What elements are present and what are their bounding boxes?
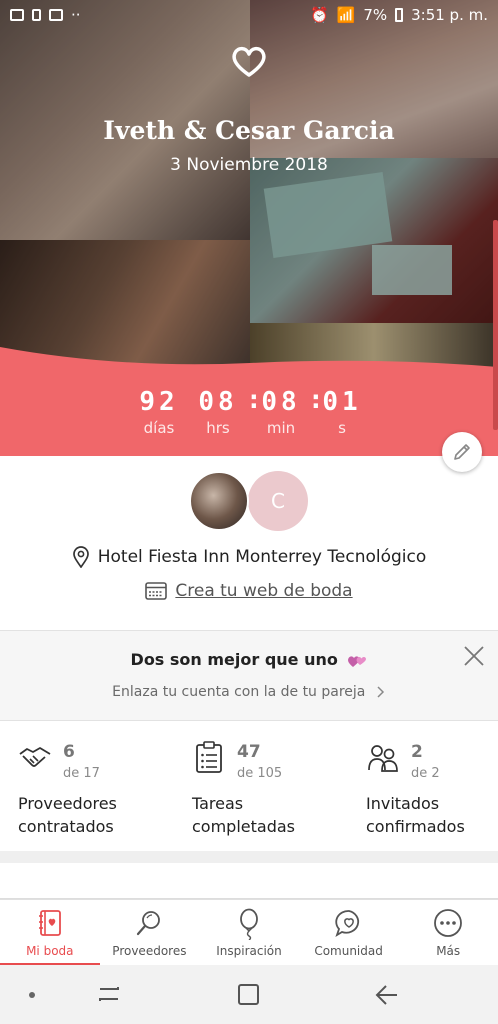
partner-avatar-initial: C [271, 489, 285, 513]
countdown-days-label: días [143, 419, 175, 437]
countdown-seconds-value: 01 [322, 387, 362, 417]
stat-vendors[interactable]: 6 de 17 Proveedores contratados [18, 722, 183, 850]
status-bar: ·· ⏰ 📶 7% 3:51 p. m. [0, 0, 498, 30]
recent-apps-icon[interactable] [99, 987, 119, 1001]
edit-button[interactable] [442, 432, 482, 472]
notebook-icon [38, 910, 61, 936]
sd-card-icon [32, 9, 41, 21]
venue-row[interactable]: Hotel Fiesta Inn Monterrey Tecnológico [0, 546, 498, 568]
nav-more[interactable]: Más [398, 900, 498, 966]
countdown-minutes: 08 min [255, 387, 307, 437]
countdown-seconds-label: s [338, 419, 346, 437]
countdown-hours-label: hrs [206, 419, 230, 437]
message-icon [49, 9, 63, 21]
clock: 3:51 p. m. [411, 6, 488, 24]
venue-name: Hotel Fiesta Inn Monterrey Tecnológico [97, 547, 427, 567]
stat-guests-count: 2 [411, 742, 423, 762]
bottom-nav: Mi boda Proveedores Inspiración Comunida… [0, 899, 498, 966]
browser-icon [145, 582, 168, 600]
home-icon[interactable] [238, 984, 259, 1005]
chat-heart-icon [334, 910, 359, 938]
partner-banner-title: Dos son mejor que uno [0, 650, 498, 669]
stat-vendors-count: 6 [63, 742, 75, 762]
guests-icon [368, 745, 398, 772]
countdown-hours: 08 hrs [192, 387, 244, 437]
heart-icon [232, 46, 266, 77]
search-icon [137, 911, 161, 936]
partner-banner-subtitle: Enlaza tu cuenta con la de tu pareja [0, 684, 498, 700]
nav-vendors[interactable]: Proveedores [100, 900, 200, 966]
stat-guests[interactable]: 2 de 2 Invitados confirmados [366, 722, 498, 850]
nav-inspiration-label: Inspiración [216, 944, 282, 958]
countdown-seconds: 01 s [317, 387, 367, 437]
chevron-right-icon [377, 686, 384, 698]
stat-tasks-count: 47 [237, 742, 261, 762]
battery-level: 7% [363, 6, 388, 24]
clipboard-icon [196, 741, 222, 773]
section-divider [0, 851, 498, 863]
alarm-icon: ⏰ [309, 6, 329, 24]
assistant-dot-icon[interactable] [29, 992, 35, 998]
stat-tasks-total: de 105 [237, 766, 283, 781]
stat-vendors-total: de 17 [63, 766, 100, 781]
countdown-banner: 92 días 08 hrs : 08 min : 01 s [0, 347, 498, 456]
nav-community[interactable]: Comunidad [299, 900, 399, 966]
more-icon [434, 909, 463, 937]
scroll-indicator[interactable] [493, 220, 498, 430]
gallery-icon [10, 9, 24, 21]
system-navigation-bar [0, 965, 498, 1024]
partner-avatar[interactable]: C [248, 471, 308, 531]
handshake-icon [19, 747, 51, 767]
countdown-minutes-label: min [266, 419, 296, 437]
nav-community-label: Comunidad [314, 944, 383, 958]
stat-vendors-label: Proveedores contratados [18, 794, 117, 836]
location-pin-icon [72, 546, 89, 568]
nav-my-wedding-label: Mi boda [26, 944, 74, 958]
countdown-days-value: 92 [139, 387, 179, 417]
pencil-icon [454, 444, 470, 460]
stat-tasks[interactable]: 47 de 105 Tareas completadas [192, 722, 357, 850]
nav-inspiration[interactable]: Inspiración [199, 900, 299, 966]
wedding-stats: 6 de 17 Proveedores contratados 47 de 10… [0, 722, 498, 850]
balloon-icon [240, 908, 258, 940]
create-website-label: Crea tu web de boda [175, 581, 353, 601]
stat-guests-total: de 2 [411, 766, 440, 781]
nav-my-wedding[interactable]: Mi boda [0, 900, 100, 966]
nav-vendors-label: Proveedores [112, 944, 187, 958]
couple-avatar[interactable] [189, 471, 249, 531]
couple-name: Iveth & Cesar Garcia [103, 116, 395, 145]
countdown-days: 92 días [131, 387, 187, 437]
close-icon[interactable] [462, 644, 486, 668]
nav-more-label: Más [436, 944, 461, 958]
link-partner-banner[interactable]: Dos son mejor que uno Enlaza tu cuenta c… [0, 630, 498, 721]
more-notifications-icon: ·· [71, 6, 81, 24]
countdown-minutes-value: 08 [261, 387, 301, 417]
stat-tasks-label: Tareas completadas [192, 794, 295, 836]
battery-icon [395, 8, 404, 22]
wifi-icon: 📶 [336, 6, 356, 24]
wedding-date: 3 Noviembre 2018 [170, 155, 328, 175]
next-card [0, 863, 498, 899]
two-hearts-icon [348, 655, 367, 667]
stat-guests-label: Invitados confirmados [366, 794, 465, 836]
back-icon[interactable] [375, 985, 397, 1005]
create-website-link[interactable]: Crea tu web de boda [0, 581, 498, 601]
countdown-hours-value: 08 [198, 387, 238, 417]
